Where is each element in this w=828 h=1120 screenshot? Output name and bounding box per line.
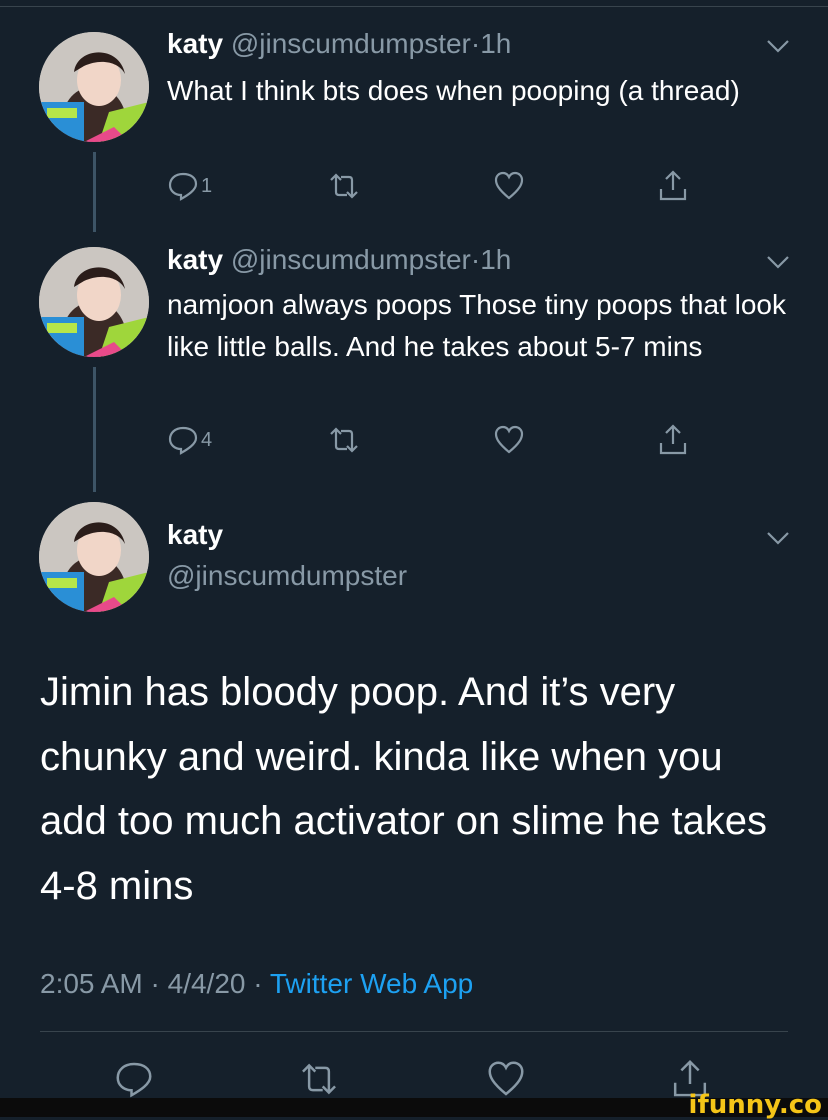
tweet-time[interactable]: 1h: [480, 244, 511, 275]
retweet-icon: [330, 427, 358, 453]
avatar[interactable]: [39, 247, 149, 357]
tweet-time[interactable]: 1h: [480, 28, 511, 59]
avatar-image: [39, 32, 149, 142]
reply-icon: [116, 1062, 152, 1098]
chevron-down-icon[interactable]: [766, 530, 790, 546]
share-button[interactable]: [657, 422, 689, 458]
reply-button[interactable]: 1: [167, 168, 212, 204]
like-button[interactable]: [486, 1058, 526, 1100]
tweet-actions: 4: [167, 422, 727, 458]
heart-icon: [494, 425, 524, 454]
like-button[interactable]: [493, 422, 525, 458]
author-name[interactable]: katy: [167, 244, 223, 275]
retweet-button[interactable]: [327, 168, 361, 204]
author-handle[interactable]: @jinscumdumpster: [231, 28, 471, 59]
watermark: ifunny.co: [688, 1090, 822, 1120]
separator: ·: [470, 28, 481, 59]
thread-line: [93, 152, 96, 232]
chevron-down-icon[interactable]: [766, 38, 790, 54]
tweet-text: What I think bts does when pooping (a th…: [167, 75, 740, 106]
reply-count: 1: [201, 174, 213, 197]
reply-icon: [168, 426, 198, 455]
retweet-icon: [302, 1063, 336, 1095]
divider: [40, 1031, 788, 1032]
thread-line: [93, 367, 96, 492]
like-button[interactable]: [493, 168, 525, 204]
tweet-meta: 2:05 AM · 4/4/20 · Twitter Web App: [40, 966, 473, 1002]
reply-count: 4: [201, 428, 213, 451]
reply-button[interactable]: 4: [167, 422, 212, 458]
retweet-button[interactable]: [327, 422, 361, 458]
avatar-image: [39, 247, 149, 357]
author-name[interactable]: katy: [167, 28, 223, 59]
separator: ·: [142, 968, 168, 999]
reply-button[interactable]: [114, 1058, 154, 1100]
tweet-text: namjoon always poops Those tiny poops th…: [167, 289, 786, 362]
chevron-down-icon[interactable]: [766, 254, 790, 270]
separator: ·: [470, 244, 481, 275]
avatar[interactable]: [39, 32, 149, 142]
heart-icon: [494, 171, 524, 200]
separator: ·: [245, 968, 270, 999]
tweet-timestamp[interactable]: 2:05 AM: [40, 968, 143, 999]
tweet-header: katy @jinscumdumpster·1h: [167, 27, 511, 61]
top-divider: [0, 6, 828, 7]
retweet-button[interactable]: [298, 1058, 340, 1100]
author-name[interactable]: katy: [167, 519, 223, 551]
tweet-actions: 1: [167, 168, 727, 204]
main-tweet-text: Jimin has bloody poop. And it’s very chu…: [40, 670, 768, 908]
share-icon: [659, 424, 687, 455]
tweet-header: katy @jinscumdumpster·1h: [167, 243, 511, 277]
tweet-date[interactable]: 4/4/20: [168, 968, 246, 999]
author-handle[interactable]: @jinscumdumpster: [231, 244, 471, 275]
author-handle[interactable]: @jinscumdumpster: [167, 560, 407, 592]
avatar[interactable]: [39, 502, 149, 612]
avatar-image: [39, 502, 149, 612]
share-button[interactable]: [657, 168, 689, 204]
reply-icon: [168, 172, 198, 201]
share-icon: [659, 170, 687, 201]
retweet-icon: [330, 173, 358, 199]
source-link[interactable]: Twitter Web App: [270, 968, 473, 999]
heart-icon: [488, 1061, 524, 1096]
